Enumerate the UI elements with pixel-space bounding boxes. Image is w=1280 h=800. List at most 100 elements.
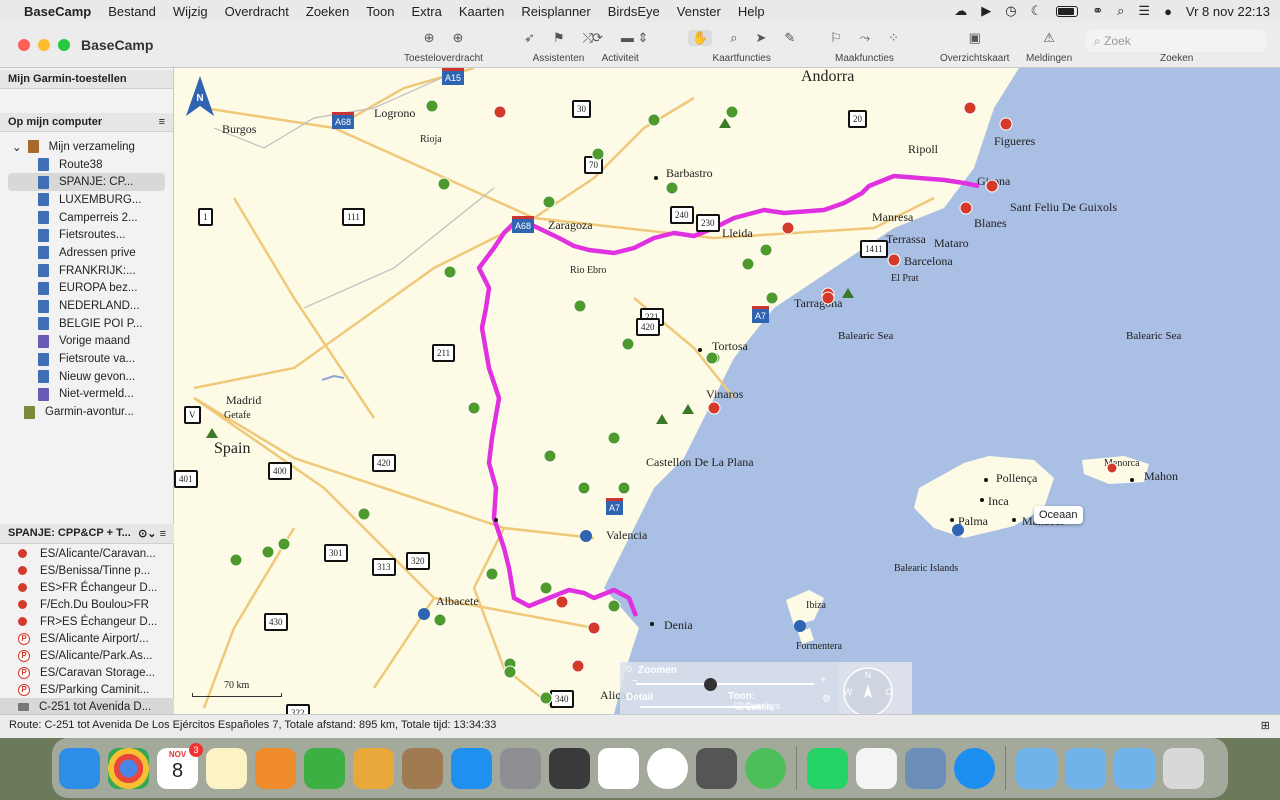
alert-icon[interactable]: ⚠ [1043,30,1055,46]
list-item[interactable]: ES>FR Échangeur D... [0,579,174,596]
list-item[interactable]: P ES/Parking Caminit... [0,681,174,698]
menu-venster[interactable]: Venster [677,4,721,19]
overview-map-icon[interactable]: ▣ [969,30,981,46]
cloud-icon[interactable]: ☁ [954,3,967,19]
menu-help[interactable]: Help [738,4,765,19]
list-item[interactable]: F/Ech.Du Boulou>FR [0,596,174,613]
whatsapp-icon[interactable] [807,747,848,789]
airport-icon[interactable] [580,530,592,542]
binoculars-icon[interactable]: ⊞ [1261,719,1270,732]
siri-icon[interactable]: ● [1164,4,1172,19]
overlays-checkbox[interactable]: ☑ Overlays [734,701,780,712]
pointer-icon[interactable]: ➤ [755,30,766,46]
camper-icon[interactable]: ▬ ⇕ [621,30,649,46]
list-item[interactable]: P ES/Alicante Airport/... [0,630,174,647]
menu-app[interactable]: BaseCamp [24,4,91,19]
minimize-button[interactable] [38,39,50,51]
app-store-icon[interactable] [451,747,492,789]
measure-icon[interactable]: ✎ [784,30,795,46]
flag-icon[interactable]: ⚐ [830,30,842,46]
north-arrow-icon[interactable]: N [186,76,214,116]
preview-icon[interactable] [905,747,946,789]
airport-icon[interactable] [952,524,964,536]
disclosure-icon[interactable]: ⌄ [12,140,22,154]
search-input[interactable]: ⌕ Zoek [1086,30,1266,52]
poi-markers[interactable] [229,99,1118,705]
menu-bestand[interactable]: Bestand [108,4,156,19]
list-item[interactable]: Route38 [0,156,173,174]
notes-icon[interactable] [206,747,247,789]
campsite-triangles[interactable] [206,118,854,714]
compass-dial[interactable]: N W O [838,662,912,714]
waypoint-list-header[interactable]: SPANJE: CPP&CP + T... ⊙⌄ ≡ [0,524,174,544]
menu-kaarten[interactable]: Kaarten [459,4,505,19]
list-item-selected[interactable]: C-251 tot Avenida D... [0,698,174,715]
menu-extra[interactable]: Extra [411,4,441,19]
list-item-selected[interactable]: SPANJE: CP... [8,173,165,192]
moon-icon[interactable]: ☾ [1031,3,1043,19]
safari-icon[interactable] [954,747,995,789]
assistant-icon[interactable]: ⚑ [553,30,565,46]
list-item[interactable]: FRANKRIJK:... [0,262,173,280]
photo-booth-icon[interactable] [696,747,737,789]
menu-toon[interactable]: Toon [366,4,394,19]
track-icon[interactable]: ⁘ [888,30,899,46]
downloads-folder-icon[interactable] [1065,747,1106,789]
clock[interactable]: Vr 8 nov 22:13 [1186,4,1270,19]
list-item[interactable]: Fietsroutes... [0,226,173,244]
menu-birdseye[interactable]: BirdsEye [608,4,660,19]
menu-zoeken[interactable]: Zoeken [306,4,349,19]
numbers-icon[interactable] [304,747,345,789]
zoom-slider-knob[interactable] [704,678,717,691]
contacts-icon[interactable] [402,747,443,789]
adventures-item[interactable]: Garmin-avontur... [0,403,173,421]
zoom-icon[interactable]: ⌕ [730,30,737,46]
garmin-devices-header[interactable]: Mijn Garmin-toestellen [0,70,173,89]
list-item[interactable]: LUXEMBURG... [0,191,173,209]
list-item[interactable]: ES/Alicante/Caravan... [0,545,174,562]
search-icon[interactable]: ⌕ [1117,3,1124,19]
photos-icon[interactable] [598,747,639,789]
link-icon[interactable]: ⚭ [1092,3,1103,19]
time-machine-icon[interactable]: ◷ [1005,3,1016,19]
zoom-slider[interactable] [636,683,814,685]
list-item[interactable]: NEDERLAND... [0,297,173,315]
navigation-dial[interactable]: N W O [838,662,912,714]
control-center-icon[interactable]: ☰ [1138,3,1150,19]
list-item[interactable]: P ES/Alicante/Park.As... [0,647,174,664]
textedit-icon[interactable] [856,747,897,789]
receive-icon[interactable]: ⊕ [424,30,435,46]
pages-icon[interactable] [255,747,296,789]
menu-overdracht[interactable]: Overdracht [225,4,289,19]
airport-icon[interactable] [418,608,430,620]
list-item[interactable]: FR>ES Échangeur D... [0,613,174,630]
zoom-in-icon[interactable]: + [820,675,826,686]
list-item[interactable]: P ES/Caravan Storage... [0,664,174,681]
list-item[interactable]: Vorige maand [0,333,173,351]
refresh-icon[interactable]: ⟳ [592,30,603,46]
find-my-icon[interactable] [745,747,786,789]
list-item[interactable]: Camperreis 2... [0,209,173,227]
settings-icon[interactable] [500,747,541,789]
applications-folder-icon[interactable] [1016,747,1057,789]
airport-icon[interactable] [794,620,806,632]
chrome-icon[interactable] [108,747,149,789]
clock-icon[interactable] [647,747,688,789]
menu-icon[interactable]: ⊙⌄ ≡ [138,527,166,540]
documents-folder-icon[interactable] [1114,747,1155,789]
list-item[interactable]: Adressen prive [0,244,173,262]
menu-wijzig[interactable]: Wijzig [173,4,208,19]
menu-icon[interactable]: ≡ [159,116,165,128]
list-item[interactable]: BELGIE POI P... [0,315,173,333]
hand-icon[interactable]: ✋ [688,30,713,46]
collection-root[interactable]: ⌄ Mijn verzameling [0,138,173,156]
basecamp-icon[interactable] [353,747,394,789]
list-item[interactable]: Fietsroute va... [0,350,173,368]
list-item[interactable]: ES/Benissa/Tinne p... [0,562,174,579]
close-button[interactable] [18,39,30,51]
zoom-button[interactable] [58,39,70,51]
play-icon[interactable]: ▶ [981,3,991,19]
send-icon[interactable]: ⊕ [452,30,463,46]
zoom-out-icon[interactable]: − [632,676,638,687]
map-view[interactable]: Andorra Spain Burgos Logrono Rioja Zarag… [174,68,1280,714]
